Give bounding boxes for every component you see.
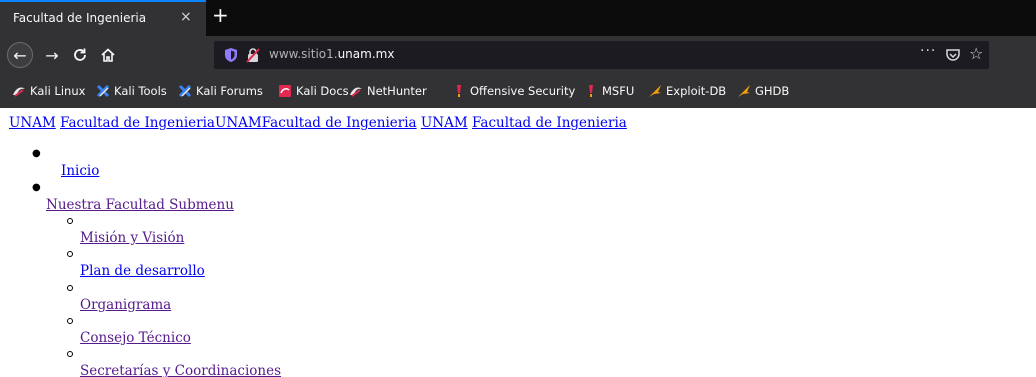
tab-title: Facultad de Ingenieria bbox=[13, 11, 147, 25]
home-icon[interactable] bbox=[96, 43, 120, 67]
url-bar[interactable]: www.sitio1.unam.mx ··· ☆ bbox=[214, 41, 989, 69]
bookmark-nethunter[interactable]: NetHunter bbox=[349, 84, 427, 98]
url-domain: unam.mx bbox=[337, 47, 395, 61]
msfu-icon bbox=[584, 84, 598, 98]
page-content: UNAM Facultad de IngenieriaUNAMFacultad … bbox=[0, 108, 1036, 377]
bookmark-label: GHDB bbox=[755, 84, 790, 98]
bookmark-kali-docs[interactable]: Kali Docs bbox=[278, 84, 349, 98]
submenu-item-consejo[interactable]: Consejo Técnico bbox=[80, 330, 191, 346]
url-prefix: www.sitio1. bbox=[269, 47, 338, 61]
list-bullet: ● bbox=[32, 148, 41, 159]
bookmark-star-icon[interactable]: ☆ bbox=[969, 44, 983, 63]
submenu-bullet bbox=[67, 251, 73, 257]
submenu-bullet bbox=[67, 218, 73, 224]
close-icon[interactable]: × bbox=[180, 9, 192, 25]
submenu-bullet bbox=[67, 351, 73, 357]
bookmark-kali-linux[interactable]: Kali Linux bbox=[12, 84, 85, 98]
bookmark-label: Exploit-DB bbox=[666, 84, 727, 98]
kali-forums-icon bbox=[178, 84, 192, 98]
tab-facultad[interactable]: Facultad de Ingenieria × bbox=[0, 0, 206, 36]
more-actions-icon[interactable]: ··· bbox=[920, 43, 936, 59]
submenu-item-organigrama[interactable]: Organigrama bbox=[80, 297, 171, 313]
insecure-lock-icon[interactable] bbox=[246, 47, 260, 63]
bookmark-label: MSFU bbox=[602, 84, 635, 98]
list-bullet: ● bbox=[32, 182, 41, 193]
bookmark-label: Kali Tools bbox=[114, 84, 167, 98]
bookmark-offensive-security[interactable]: Offensive Security bbox=[452, 84, 575, 98]
kali-tools-icon bbox=[96, 84, 110, 98]
ghdb-icon bbox=[737, 84, 751, 98]
tracking-shield-icon[interactable] bbox=[224, 47, 238, 63]
reload-icon[interactable] bbox=[68, 43, 92, 67]
url-text[interactable]: www.sitio1.unam.mx bbox=[269, 47, 394, 61]
new-tab-button[interactable]: + bbox=[212, 4, 229, 26]
header-links: UNAM Facultad de IngenieriaUNAMFacultad … bbox=[9, 115, 627, 131]
pocket-icon[interactable] bbox=[945, 47, 961, 63]
bookmark-exploit-db[interactable]: Exploit-DB bbox=[648, 84, 726, 98]
bookmark-kali-tools[interactable]: Kali Tools bbox=[96, 84, 167, 98]
bookmark-label: NetHunter bbox=[367, 84, 427, 98]
submenu-item-mision[interactable]: Misión y Visión bbox=[80, 230, 184, 246]
submenu-item-plan[interactable]: Plan de desarrollo bbox=[80, 263, 205, 279]
exploit-db-icon bbox=[648, 84, 662, 98]
offsec-icon bbox=[452, 84, 466, 98]
bookmark-label: Offensive Security bbox=[470, 84, 576, 98]
submenu-bullet bbox=[67, 285, 73, 291]
bookmark-label: Kali Forums bbox=[196, 84, 263, 98]
nethunter-icon bbox=[349, 84, 363, 98]
tab-strip: Facultad de Ingenieria × + bbox=[0, 0, 1036, 36]
bookmark-label: Kali Linux bbox=[30, 84, 86, 98]
submenu-item-secretarias[interactable]: Secretarías y Coordinaciones bbox=[80, 363, 281, 377]
menu-item-nuestra-facultad[interactable]: Nuestra Facultad Submenu bbox=[46, 197, 234, 213]
forward-arrow-icon[interactable]: → bbox=[40, 43, 64, 67]
bookmark-label: Kali Docs bbox=[296, 84, 349, 98]
back-arrow-icon[interactable]: ← bbox=[7, 42, 33, 68]
nav-toolbar: ← → www.sitio1.unam.mx ··· ☆ bbox=[0, 36, 1036, 76]
kali-dragon-icon bbox=[12, 84, 26, 98]
bookmark-kali-forums[interactable]: Kali Forums bbox=[178, 84, 263, 98]
submenu-bullet bbox=[67, 318, 73, 324]
link-facultad-2[interactable]: Facultad de Ingenieria bbox=[262, 115, 417, 131]
menu-item-inicio[interactable]: Inicio bbox=[61, 163, 99, 179]
kali-docs-icon bbox=[278, 84, 292, 98]
bookmarks-bar: Kali Linux Kali Tools Kali Forums Kali D… bbox=[0, 76, 1036, 108]
bookmark-msfu[interactable]: MSFU bbox=[584, 84, 634, 98]
link-unam-3[interactable]: UNAM bbox=[421, 115, 468, 131]
link-facultad-3[interactable]: Facultad de Ingenieria bbox=[472, 115, 627, 131]
link-unam-2[interactable]: UNAM bbox=[215, 115, 262, 131]
bookmark-ghdb[interactable]: GHDB bbox=[737, 84, 789, 98]
link-facultad-1[interactable]: Facultad de Ingenieria bbox=[60, 115, 215, 131]
link-unam-1[interactable]: UNAM bbox=[9, 115, 56, 131]
